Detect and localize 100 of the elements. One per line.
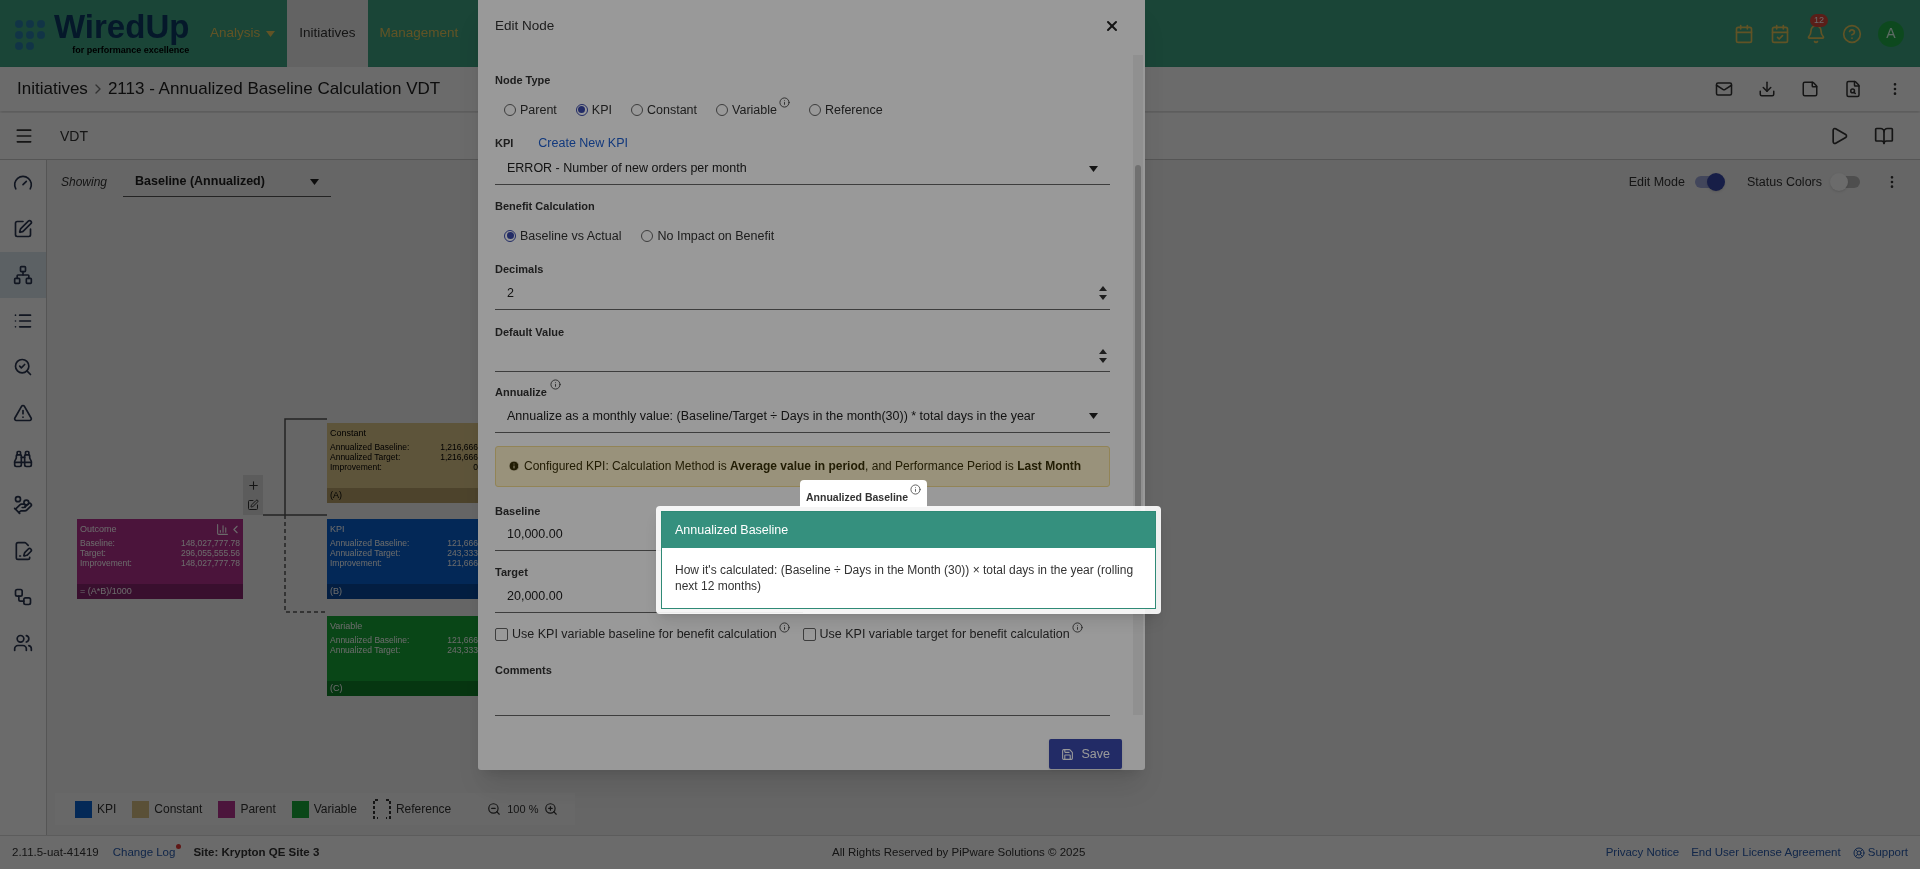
diagram-node[interactable]: Outcome Baseline: 148,027,777.78 Target: 296,055,555.56 Improvement: 148,027,777.78 = (A*B)/1000: [77, 519, 243, 599]
workflow-icon: [13, 587, 33, 607]
note-icon[interactable]: [1801, 80, 1819, 98]
node-footer: (C): [327, 681, 478, 696]
play-icon[interactable]: [1829, 126, 1849, 146]
legend-label: Constant: [154, 801, 203, 818]
breadcrumb-item[interactable]: Initiatives: [17, 76, 88, 102]
binoculars-icon: [13, 449, 33, 469]
showing-select[interactable]: Baseline (Annualized): [123, 167, 332, 197]
copyright-text: All Rights Reserved by PiPware Solutions © 2025: [832, 844, 1086, 860]
hierarchy-icon: [13, 265, 33, 285]
info-icon[interactable]: [910, 484, 922, 495]
node-title: KPI: [330, 522, 345, 536]
add-icon[interactable]: [246, 478, 260, 492]
info-icon[interactable]: [549, 379, 561, 391]
calendar-check-icon[interactable]: [1770, 23, 1790, 44]
document-search-icon[interactable]: [1844, 80, 1862, 98]
dialog-title: Edit Node: [495, 16, 555, 35]
sidebar-item[interactable]: [0, 252, 46, 298]
field-label: Annualize: [495, 385, 547, 401]
node-row-label: Baseline:: [80, 538, 115, 548]
footer-link-text[interactable]: End User License Agreement: [1691, 843, 1841, 862]
radio-option[interactable]: Variable: [716, 100, 777, 120]
caret-icon: [310, 178, 320, 185]
create-kpi-link[interactable]: Create New KPI: [538, 134, 628, 153]
radio-option[interactable]: KPI: [575, 100, 612, 120]
breadcrumb-item: 2113 - Annualized Baseline Calculation VDT: [107, 78, 441, 101]
toolbar-title: VDT: [60, 126, 88, 146]
radio-option[interactable]: No Impact on Benefit: [641, 226, 775, 246]
close-icon[interactable]: [1104, 18, 1120, 34]
bracket-icon: [372, 799, 391, 819]
info-icon: [508, 460, 520, 473]
checkbox[interactable]: [802, 627, 816, 641]
checkbox-option[interactable]: Use KPI variable baseline for benefit calculation: [495, 624, 777, 644]
legend-label: Variable: [313, 801, 357, 818]
zoom-in-icon[interactable]: [544, 802, 559, 816]
edit-icon[interactable]: [247, 499, 259, 512]
warning-icon: [13, 403, 33, 423]
list-icon: [13, 311, 33, 331]
node-row-value: 1,216,666: [440, 452, 478, 462]
node-row-value: 121,666: [447, 635, 478, 645]
field-label: Baseline: [495, 503, 541, 519]
annualized-baseline-label: Annualized Baseline: [800, 480, 928, 507]
info-icon[interactable]: [778, 96, 790, 108]
spinner-arrows-icon[interactable]: [1099, 285, 1107, 302]
diagram-node[interactable]: KPI Annualized Baseline: 121,666 Annualized Target: 243,333 Improvement: 121,666 (B): [327, 519, 478, 599]
save-button[interactable]: Save: [1048, 739, 1122, 769]
node-footer: (A): [327, 488, 478, 503]
zoom-out-icon[interactable]: [487, 802, 502, 816]
caret-icon: [1089, 413, 1098, 420]
diagram-node[interactable]: Variable Annualized Baseline: 121,666 Annualized Target: 243,333 (C): [327, 616, 478, 696]
node-row-label: Annualized Target:: [330, 452, 401, 462]
save-icon: [1060, 747, 1074, 761]
footer-link-text[interactable]: Privacy Notice: [1605, 843, 1680, 862]
node-row-value: 243,333: [447, 645, 478, 655]
node-title: Constant: [330, 426, 367, 440]
menu-icon[interactable]: [14, 126, 34, 146]
support-icon[interactable]: [1852, 846, 1865, 859]
radio-option[interactable]: Baseline vs Actual: [504, 226, 622, 246]
info-icon[interactable]: [778, 621, 790, 633]
info-icon[interactable]: [1071, 621, 1083, 633]
checkbox[interactable]: [495, 627, 508, 641]
toggle-switch[interactable]: [1694, 176, 1723, 188]
mail-icon[interactable]: [1715, 80, 1733, 98]
kpi-select[interactable]: ERROR - Number of new orders per month: [495, 153, 1110, 185]
book-icon[interactable]: [1874, 126, 1894, 146]
checkbox-option[interactable]: Use KPI variable target for benefit calculation: [802, 624, 1070, 644]
node-title: Variable: [330, 619, 363, 633]
annualize-select[interactable]: Annualize as a monthly value: (Baseline/Target ÷ Days in the month(30)) * total days in the year: [495, 400, 1110, 433]
radio-option[interactable]: Constant: [631, 100, 698, 120]
node-row-label: Annualized Target:: [330, 645, 401, 655]
radio-option[interactable]: Parent: [504, 100, 557, 120]
node-row-label: Annualized Baseline:: [330, 442, 410, 452]
node-row-value: 148,027,777.78: [180, 558, 241, 568]
nav-tab[interactable]: Initiatives: [287, 0, 368, 67]
node-row-label: Target:: [80, 548, 106, 558]
download-tray-icon[interactable]: [1758, 80, 1776, 98]
radio-option[interactable]: Reference: [808, 100, 883, 120]
node-row-label: Improvement:: [330, 462, 382, 472]
node-row-label: Improvement:: [330, 558, 382, 568]
edit-icon: [13, 219, 33, 239]
legend-label: Reference: [395, 801, 452, 818]
field-label: KPI: [495, 136, 514, 152]
footer-link-text[interactable]: Support: [1867, 843, 1908, 862]
diagram-node[interactable]: Constant Annualized Baseline: 1,216,666 Annualized Target: 1,216,666 Improvement: 0 (A): [327, 423, 478, 503]
node-row-value: 0: [473, 462, 478, 472]
field-label: Decimals: [495, 262, 544, 278]
logo-tagline: for performance excellence: [72, 44, 190, 57]
spinner-arrows-icon[interactable]: [1099, 347, 1107, 364]
decimals-field[interactable]: 2: [495, 277, 1110, 310]
chart-icon[interactable]: [216, 523, 229, 536]
version-text: 2.11.5-uat-41419: [12, 844, 99, 860]
changelog-link[interactable]: Change Log: [112, 843, 176, 862]
node-row-label: Annualized Baseline:: [330, 538, 410, 548]
legend-label: KPI: [97, 801, 117, 818]
field-label: Benefit Calculation: [495, 199, 595, 214]
node-row-label: Annualized Baseline:: [330, 635, 410, 645]
node-row-label: Improvement:: [80, 558, 132, 568]
toggle-switch[interactable]: [1832, 176, 1860, 188]
node-row-label: Annualized Target:: [330, 548, 401, 558]
